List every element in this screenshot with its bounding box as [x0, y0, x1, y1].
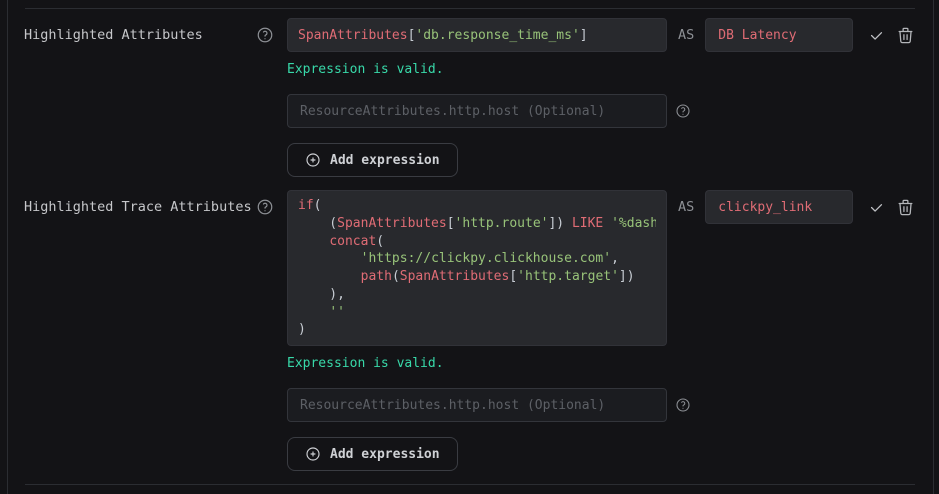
- highlighted-attributes-label-col: Highlighted Attributes: [24, 18, 287, 52]
- validation-message: Expression is valid.: [287, 62, 915, 78]
- trash-icon[interactable]: [896, 190, 915, 224]
- highlighted-attributes-content: SpanAttributes['db.response_time_ms'] AS…: [287, 18, 915, 177]
- add-expression-label: Add expression: [330, 153, 440, 168]
- highlighted-trace-attributes-row: Highlighted Trace Attributes if( (SpanAt…: [0, 190, 939, 471]
- help-circle-icon[interactable]: [675, 103, 691, 119]
- panel-left-border: [7, 0, 8, 494]
- panel-right-border: [933, 0, 934, 494]
- add-expression-button[interactable]: Add expression: [287, 143, 458, 177]
- highlighted-trace-attributes-content: if( (SpanAttributes['http.route']) LIKE …: [287, 190, 915, 471]
- top-divider: [25, 8, 915, 9]
- optional-expression-input[interactable]: [287, 94, 667, 128]
- alias-input[interactable]: [705, 190, 853, 224]
- expression-code-input[interactable]: SpanAttributes['db.response_time_ms']: [287, 18, 667, 52]
- highlighted-trace-attributes-label-col: Highlighted Trace Attributes: [24, 190, 287, 224]
- optional-expression-input[interactable]: [287, 388, 667, 422]
- add-expression-button[interactable]: Add expression: [287, 437, 458, 471]
- help-circle-icon[interactable]: [256, 198, 274, 216]
- as-label: AS: [678, 18, 694, 52]
- alias-input[interactable]: [705, 18, 853, 52]
- circle-plus-icon: [305, 446, 321, 462]
- circle-plus-icon: [305, 152, 321, 168]
- validation-message: Expression is valid.: [287, 356, 915, 372]
- check-icon[interactable]: [868, 18, 885, 52]
- expression-code-editor[interactable]: if( (SpanAttributes['http.route']) LIKE …: [287, 190, 667, 346]
- check-icon[interactable]: [868, 190, 885, 224]
- as-label: AS: [678, 190, 694, 224]
- highlighted-attributes-label: Highlighted Attributes: [24, 27, 203, 43]
- optional-expression-row: [287, 388, 915, 422]
- highlighted-trace-attributes-label: Highlighted Trace Attributes: [24, 199, 252, 215]
- trash-icon[interactable]: [896, 18, 915, 52]
- optional-expression-row: [287, 94, 915, 128]
- expression-field-row: SpanAttributes['db.response_time_ms'] AS: [287, 18, 915, 52]
- expression-field-row: if( (SpanAttributes['http.route']) LIKE …: [287, 190, 915, 346]
- add-expression-label: Add expression: [330, 447, 440, 462]
- help-circle-icon[interactable]: [256, 26, 274, 44]
- bottom-divider: [25, 484, 915, 485]
- highlighted-attributes-row: Highlighted Attributes SpanAttributes['d…: [0, 18, 939, 177]
- help-circle-icon[interactable]: [675, 397, 691, 413]
